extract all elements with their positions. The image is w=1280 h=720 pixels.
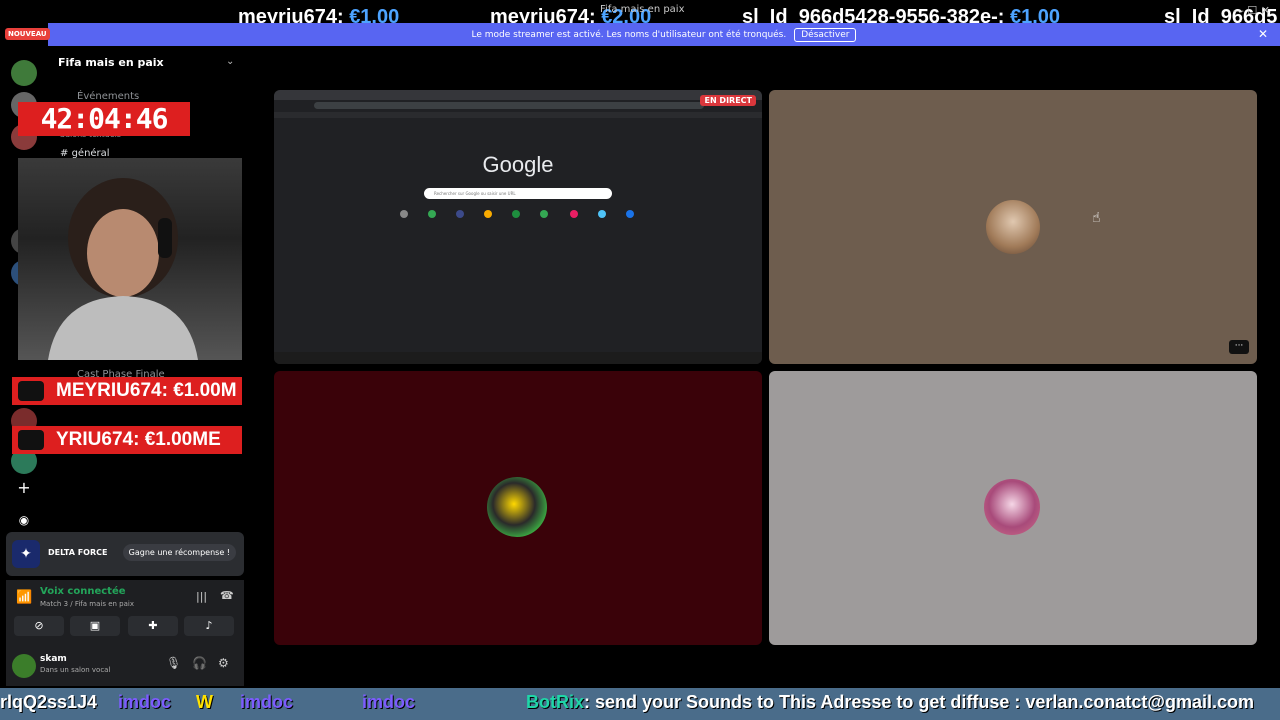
screen-share-icon[interactable]: ▣ xyxy=(70,616,120,636)
noise-suppression-icon[interactable]: ||| xyxy=(196,590,207,603)
activities-icon[interactable]: ✚ xyxy=(128,616,178,636)
ticker-chat-item: W xyxy=(196,692,213,712)
webcam-overlay xyxy=(18,158,242,360)
server-icon[interactable] xyxy=(11,60,37,86)
mouse-cursor-icon: ☝ xyxy=(1092,210,1101,226)
ticker-chat-item: imdoc xyxy=(118,692,172,712)
browser-tab-strip xyxy=(274,90,762,100)
stream-tile-participant[interactable] xyxy=(769,371,1257,645)
camera-off-icon[interactable]: ⊘ xyxy=(14,616,64,636)
shortcut-icon xyxy=(428,210,436,218)
chevron-down-icon[interactable]: ⌄ xyxy=(226,56,234,67)
promo-card: ✦ DELTA FORCE Gagne une récompense ! xyxy=(6,532,244,576)
stream-tile-participant[interactable]: ··· xyxy=(769,90,1257,364)
alert-logo-icon xyxy=(18,381,44,401)
shortcut-icon xyxy=(626,210,634,218)
disconnect-icon[interactable]: ☎ xyxy=(220,589,234,602)
add-server-icon[interactable]: + xyxy=(12,476,36,500)
streamer-mode-banner: Le mode streamer est activé. Les noms d'… xyxy=(48,23,1280,46)
stream-tile-screenshare[interactable]: EN DIRECT Google Rechercher sur Google o… xyxy=(274,90,762,364)
os-taskbar xyxy=(274,352,762,364)
banner-text: Le mode streamer est activé. Les noms d'… xyxy=(471,29,787,40)
shortcut-icon xyxy=(456,210,464,218)
discover-icon[interactable]: ◉ xyxy=(12,508,36,532)
avatar[interactable] xyxy=(12,654,36,678)
microphone-icon[interactable]: 🎙 xyxy=(166,656,181,670)
alert-logo-icon xyxy=(18,430,44,450)
close-icon[interactable]: ✕ xyxy=(1258,27,1268,41)
username: skam xyxy=(40,654,67,664)
chat-ticker-bottom: rlqQ2ss1J4 imdoc W imdoc imdoc BotRix : … xyxy=(0,688,1280,720)
shortcut-icon xyxy=(484,210,492,218)
new-badge: NOUVEAU xyxy=(5,28,50,40)
ticker-chat-item: : send your Sounds to This Adresse to ge… xyxy=(584,692,1254,712)
donation-alert: MEYRIU674: €1.00M xyxy=(12,377,242,405)
participant-avatar xyxy=(986,200,1040,254)
shortcut-icon xyxy=(570,210,578,218)
live-badge: EN DIRECT xyxy=(700,95,756,106)
voice-panel: 📶 Voix connectée Match 3 / Fifa mais en … xyxy=(6,580,244,686)
ticker-chat-item: imdoc xyxy=(240,692,294,712)
window-controls[interactable]: — ☐ ✕ xyxy=(1233,4,1270,17)
promo-title: DELTA FORCE xyxy=(48,548,108,557)
window-title: Fifa mais en paix xyxy=(600,4,685,15)
soundboard-icon[interactable]: ♪ xyxy=(184,616,234,636)
signal-icon[interactable]: 📶 xyxy=(16,590,32,605)
participant-avatar xyxy=(487,477,547,537)
browser-address-bar xyxy=(314,102,704,109)
claim-reward-button[interactable]: Gagne une récompense ! xyxy=(122,544,236,561)
participant-avatar xyxy=(984,479,1040,535)
headphones-icon[interactable]: 🎧 xyxy=(192,656,207,670)
channel-events[interactable]: Événements xyxy=(77,91,139,102)
voice-status: Voix connectée xyxy=(40,586,126,597)
shortcut-icon xyxy=(540,210,548,218)
guild-name[interactable]: Fifa mais en paix xyxy=(58,56,164,69)
user-status: Dans un salon vocal xyxy=(40,666,111,674)
ticker-chat-item: BotRix xyxy=(526,692,584,712)
disable-streamer-mode-button[interactable]: Désactiver xyxy=(794,27,857,42)
voice-channel[interactable]: Match 3 / Fifa mais en paix xyxy=(40,600,134,608)
shortcut-icon xyxy=(598,210,606,218)
google-logo: Google xyxy=(482,152,554,177)
ticker-chat-item: imdoc xyxy=(362,692,416,712)
donation-alert: YRIU674: €1.00ME xyxy=(12,426,242,454)
ticker-chat-item: rlqQ2ss1J4 xyxy=(0,692,98,712)
shortcut-icon xyxy=(400,210,408,218)
stream-tile-participant[interactable] xyxy=(274,371,762,645)
google-search-box: Rechercher sur Google ou saisir une URL xyxy=(424,188,612,199)
shortcut-icon xyxy=(512,210,520,218)
stream-timer: 42:04:46 xyxy=(18,102,190,136)
webcam-person-image xyxy=(48,178,198,360)
game-icon: ✦ xyxy=(12,540,40,568)
more-options-button[interactable]: ··· xyxy=(1229,340,1249,354)
browser-bookmarks-bar xyxy=(274,112,762,118)
gear-icon[interactable]: ⚙ xyxy=(218,656,229,670)
